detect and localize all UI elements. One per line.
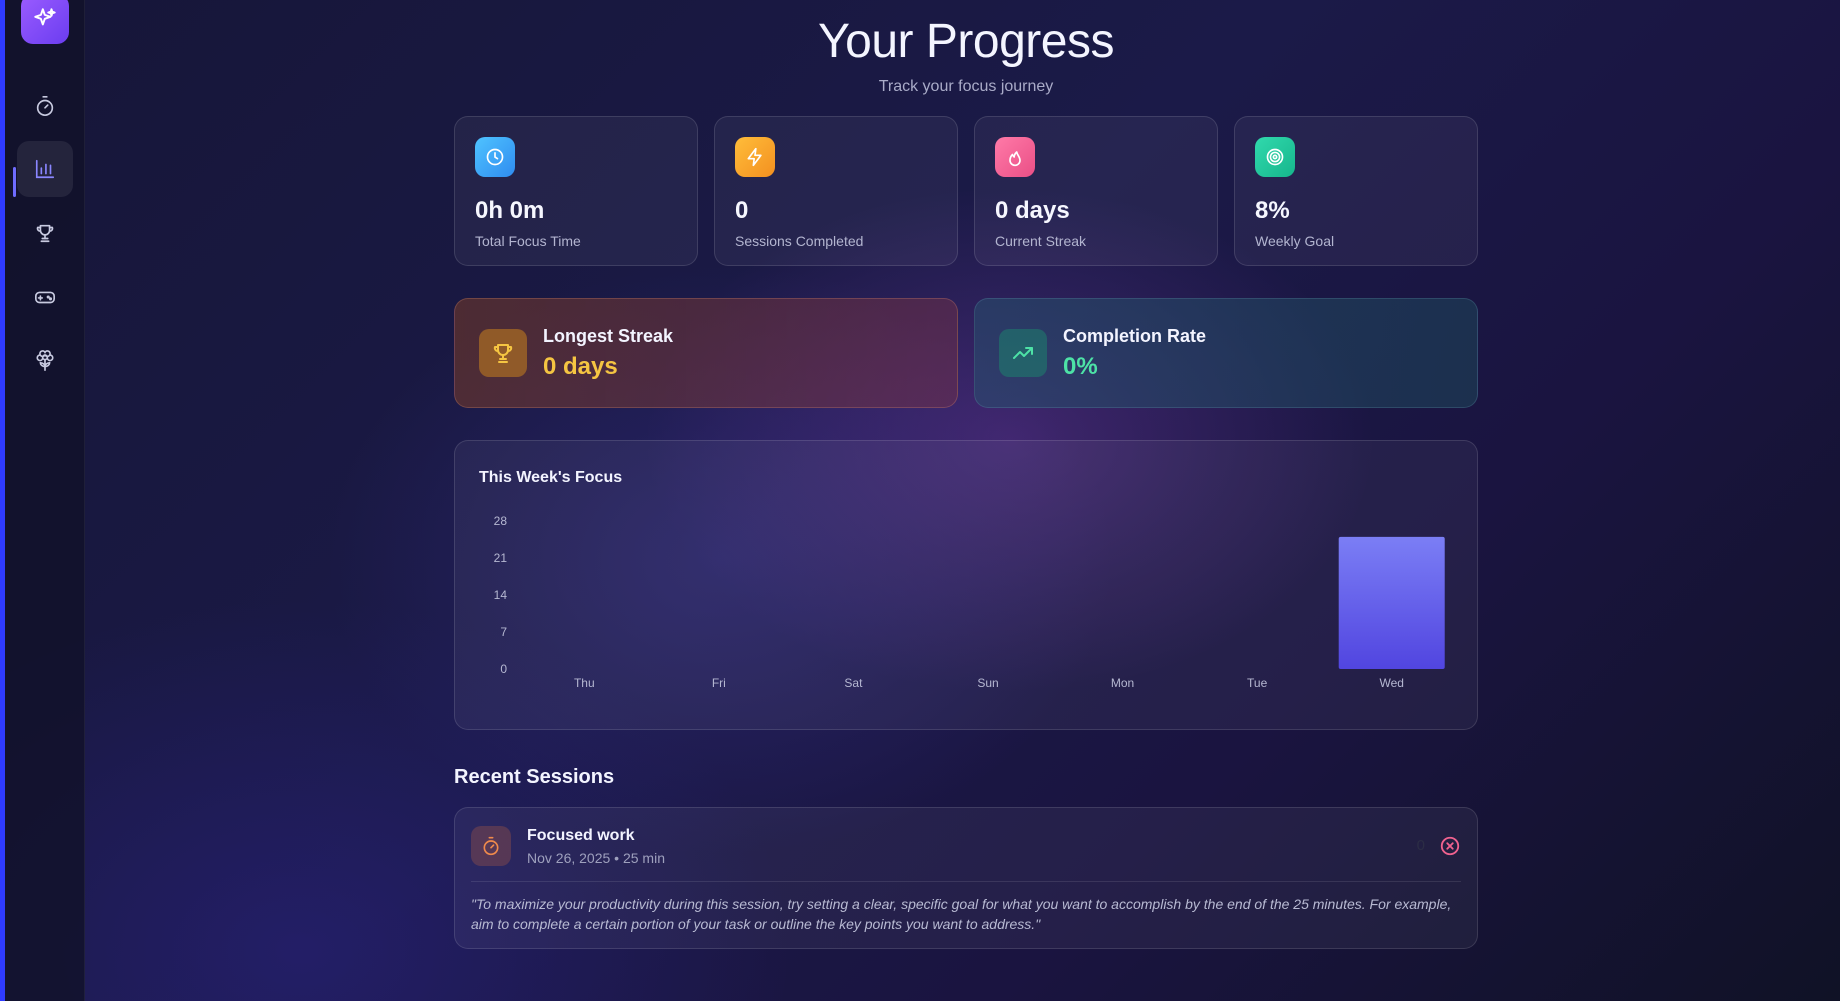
stat-label: Sessions Completed — [735, 233, 864, 249]
stat-label: Total Focus Time — [475, 233, 581, 249]
x-tick-label: Wed — [1379, 676, 1403, 690]
session-meta: Nov 26, 2025 • 25 min — [527, 850, 665, 866]
y-tick-label: 21 — [494, 551, 508, 565]
y-tick-label: 28 — [494, 514, 508, 528]
flower-icon — [36, 350, 54, 371]
gamepad-icon — [35, 291, 55, 304]
flame-icon — [995, 137, 1035, 177]
chart-canvas: 0 7 14 21 28 Thu Fri Sat Sun Mon Tue Wed — [494, 514, 1445, 690]
sidebar-item-timer[interactable] — [17, 78, 73, 134]
y-tick-label: 0 — [500, 662, 507, 676]
longest-streak-card: Longest Streak 0 days — [454, 298, 958, 408]
weekly-focus-chart: This Week's Focus 0 7 14 21 28 Thu Fri Sat Sun Mo… — [454, 440, 1478, 730]
x-tick-label: Tue — [1247, 676, 1268, 690]
sidebar-item-achievements[interactable] — [17, 205, 73, 261]
session-name: Focused work — [527, 827, 635, 844]
stopwatch-icon — [36, 96, 54, 116]
x-tick-label: Mon — [1111, 676, 1134, 690]
x-tick-label: Thu — [574, 676, 595, 690]
session-item: Focused work Nov 26, 2025 • 25 min 0 "To… — [454, 807, 1478, 949]
x-tick-label: Sun — [977, 676, 998, 690]
stat-card-current-streak: 0 days Current Streak — [974, 116, 1218, 266]
sidebar-item-games[interactable] — [17, 269, 73, 325]
lightning-icon — [735, 137, 775, 177]
divider — [471, 881, 1461, 882]
bar-chart-icon — [35, 159, 55, 179]
highlight-title: Longest Streak — [543, 325, 674, 346]
y-tick-label: 7 — [500, 625, 507, 639]
stat-label: Current Streak — [995, 233, 1087, 249]
clock-icon — [475, 137, 515, 177]
sparkles-icon[interactable] — [21, 0, 69, 44]
stat-value: 0 — [735, 197, 749, 224]
session-count: 0 — [1416, 837, 1425, 854]
trophy-icon — [36, 224, 54, 243]
recent-sessions-title: Recent Sessions — [454, 766, 615, 788]
sidebar — [5, 0, 85, 1001]
sidebar-item-garden[interactable] — [17, 333, 73, 389]
stopwatch-icon — [471, 826, 511, 866]
x-tick-label: Fri — [712, 676, 726, 690]
trending-up-icon — [999, 329, 1047, 377]
highlight-value: 0 days — [543, 352, 618, 380]
completion-rate-card: Completion Rate 0% — [974, 298, 1478, 408]
bar-wed — [1338, 536, 1445, 669]
page-title: Your Progress — [818, 15, 1114, 68]
stat-value: 8% — [1255, 197, 1290, 224]
highlight-title: Completion Rate — [1063, 325, 1207, 346]
stat-card-sessions: 0 Sessions Completed — [714, 116, 958, 266]
stat-value: 0 days — [995, 197, 1070, 224]
trophy-icon — [479, 329, 527, 377]
delete-session-icon[interactable] — [1439, 835, 1461, 857]
highlight-value: 0% — [1063, 352, 1098, 380]
stat-card-focus-time: 0h 0m Total Focus Time — [454, 116, 698, 266]
main-content: Your Progress Track your focus journey 0… — [454, 0, 1478, 949]
x-tick-label: Sat — [844, 676, 863, 690]
highlights-row: Longest Streak 0 days Completion Rate 0% — [454, 298, 1478, 408]
y-tick-label: 14 — [494, 588, 508, 602]
stat-value: 0h 0m — [475, 197, 545, 224]
page-subtitle: Track your focus journey — [878, 78, 1054, 95]
sidebar-item-stats[interactable] — [13, 141, 73, 197]
target-icon — [1255, 137, 1295, 177]
stats-row: 0h 0m Total Focus Time 0 Sessions Comple… — [454, 116, 1478, 266]
stat-label: Weekly Goal — [1255, 233, 1335, 249]
stat-card-weekly-goal: 8% Weekly Goal — [1234, 116, 1478, 266]
session-note: "To maximize your productivity during th… — [471, 896, 1452, 932]
